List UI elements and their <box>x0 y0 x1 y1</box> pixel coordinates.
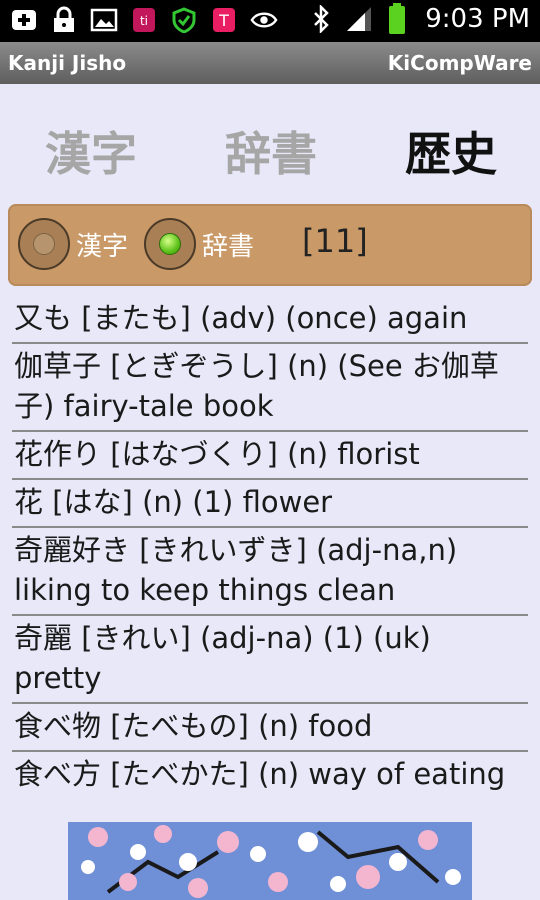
filter-dictionary-label[interactable]: 辞書 <box>202 226 254 263</box>
image-icon <box>90 6 118 34</box>
svg-text:T: T <box>218 11 229 30</box>
filter-dictionary-radio[interactable] <box>144 218 196 270</box>
tab-dictionary[interactable]: 辞書 <box>225 118 317 184</box>
add-icon <box>10 6 38 34</box>
app-icon: ti <box>130 6 158 34</box>
vendor-name: KiCompWare <box>387 51 532 75</box>
history-count: [11] <box>302 222 368 260</box>
app-icon-2: T <box>210 6 238 34</box>
list-item[interactable]: 食べ物 [たべもの] (n) food <box>12 704 528 752</box>
filter-kanji-radio[interactable] <box>18 218 70 270</box>
signal-icon <box>345 5 373 33</box>
tab-history[interactable]: 歴史 <box>405 118 497 184</box>
bluetooth-icon <box>307 5 335 33</box>
svg-text:ti: ti <box>140 14 148 28</box>
cherry-blossom-ad-image <box>68 822 472 900</box>
list-item[interactable]: 伽草子 [とぎぞうし] (n) (See お伽草子) fairy-tale bo… <box>12 344 528 432</box>
status-bar-notifications: ti T <box>10 6 278 34</box>
eye-icon <box>250 6 278 34</box>
status-bar-system: 9:03 PM <box>307 3 530 34</box>
title-bar: Kanji Jisho KiCompWare <box>0 42 540 84</box>
list-item[interactable]: 奇麗好き [きれいずき] (adj-na,n) liking to keep t… <box>12 528 528 616</box>
ad-banner[interactable] <box>68 822 472 900</box>
app-title: Kanji Jisho <box>8 51 127 75</box>
list-item[interactable]: 花 [はな] (n) (1) flower <box>12 480 528 528</box>
battery-icon <box>383 3 411 34</box>
list-item[interactable]: 食べ方 [たべかた] (n) way of eating <box>12 752 528 798</box>
history-list[interactable]: 又も [またも] (adv) (once) again 伽草子 [とぎぞうし] … <box>12 296 528 806</box>
list-item[interactable]: 花作り [はなづくり] (n) florist <box>12 432 528 480</box>
history-filter-bar: 漢字 辞書 [11] <box>8 204 532 286</box>
tab-kanji[interactable]: 漢字 <box>45 118 137 184</box>
list-item[interactable]: 又も [またも] (adv) (once) again <box>12 296 528 344</box>
status-bar: ti T 9:03 PM <box>0 0 540 42</box>
shield-icon <box>170 6 198 34</box>
tab-bar: 漢字 辞書 歴史 <box>0 118 540 198</box>
clock: 9:03 PM <box>425 4 530 34</box>
filter-kanji-label[interactable]: 漢字 <box>76 226 128 263</box>
radio-dot-checked <box>159 233 181 255</box>
lock-icon <box>50 6 78 34</box>
radio-dot <box>33 233 55 255</box>
list-item[interactable]: 奇麗 [きれい] (adj-na) (1) (uk) pretty <box>12 616 528 704</box>
